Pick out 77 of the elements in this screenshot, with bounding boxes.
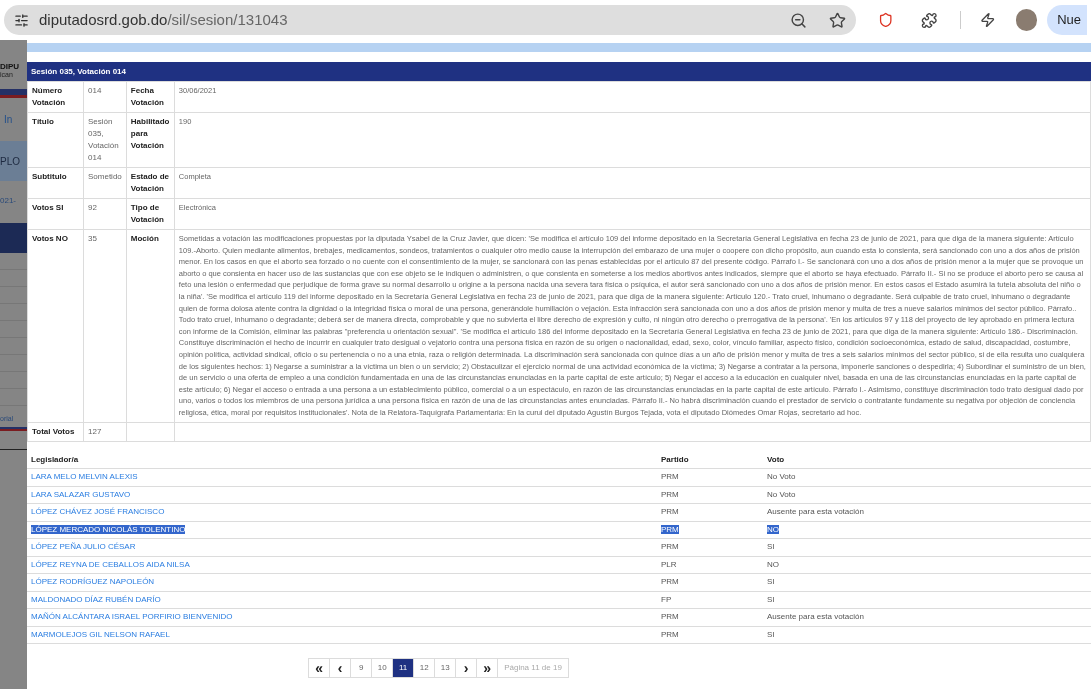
field-label: Subtitulo <box>27 167 84 199</box>
party-text: PRM <box>661 629 679 639</box>
avatar[interactable] <box>1015 9 1038 31</box>
background-stripe <box>0 89 27 98</box>
session-title: Sesión 035, Votación 014 <box>31 65 126 78</box>
vote-text: SI <box>767 629 775 639</box>
field-label: Votos NO <box>27 229 84 422</box>
party-text: PRM <box>661 489 679 499</box>
site-info-icon[interactable] <box>14 12 29 28</box>
extensions-icon[interactable] <box>921 11 938 29</box>
field-label: Votos SI <box>27 198 84 230</box>
legislator-link[interactable]: LÓPEZ RODRÍGUEZ NAPOLEÓN <box>31 577 155 587</box>
profile-button[interactable]: Nue <box>1047 5 1087 35</box>
vote-text: NO <box>767 524 779 534</box>
party-text: FP <box>661 594 672 604</box>
vote-text: No Voto <box>767 472 796 482</box>
page-button[interactable]: 13 <box>434 658 457 678</box>
legislator-link[interactable]: LÓPEZ CHÁVEZ JOSÉ FRANCISCO <box>31 507 165 517</box>
legislator-link[interactable]: LÓPEZ REYNA DE CEBALLOS AIDA NILSA <box>31 559 190 569</box>
vote-text: SI <box>767 594 775 604</box>
url-text: diputadosrd.gob.do/sil/sesion/131043 <box>39 9 289 30</box>
vote-text: Ausente para esta votación <box>767 612 864 622</box>
legislator-link[interactable]: LÓPEZ PEÑA JULIO CÉSAR <box>31 542 136 552</box>
field-label: Fecha Votación <box>126 81 175 113</box>
field-label: Total Votos <box>27 422 84 441</box>
background-text: In <box>3 113 14 127</box>
pager-nav-button[interactable]: ‹ <box>329 658 352 678</box>
field-label: Número Votación <box>27 81 84 113</box>
page-button[interactable]: 11 <box>392 658 415 678</box>
legislator-link[interactable]: LARA SALAZAR GUSTAVO <box>31 489 131 499</box>
party-text: PRM <box>661 577 679 587</box>
field-value: Sesión 035, Votación 014 <box>83 112 127 168</box>
background-stripe <box>0 426 27 431</box>
field-label: Estado de Votación <box>126 167 175 199</box>
page-button[interactable]: 12 <box>413 658 436 678</box>
background-text: DIPU <box>0 62 21 71</box>
field-value: 014 <box>83 81 127 113</box>
performance-icon[interactable] <box>980 12 996 28</box>
page-button[interactable]: 9 <box>350 658 373 678</box>
party-text: PRM <box>661 507 679 517</box>
field-label: Tipo de Votación <box>126 198 175 230</box>
legislator-link[interactable]: MALDONADO DÍAZ RUBÉN DARÍO <box>31 594 161 604</box>
pager-nav-button[interactable]: » <box>476 658 499 678</box>
legislator-link[interactable]: LÓPEZ MERCADO NICOLÁS TOLENTINO <box>31 524 186 534</box>
vote-text: SI <box>767 542 775 552</box>
column-header: Legislador/a <box>31 454 79 464</box>
zoom-icon[interactable] <box>789 11 807 29</box>
vote-text: NO <box>767 559 779 569</box>
page-button[interactable]: 10 <box>371 658 394 678</box>
address-bar[interactable]: diputadosrd.gob.do/sil/sesion/131043 <box>4 5 856 35</box>
party-text: PRM <box>661 542 679 552</box>
column-header: Partido <box>661 454 689 464</box>
field-label: Título <box>27 112 84 168</box>
background-text: PLO <box>0 154 20 169</box>
column-header: Voto <box>767 454 785 464</box>
field-value: 92 <box>83 198 127 230</box>
field-value: Sometido <box>83 167 127 199</box>
field-label: Habilitado para Votación <box>126 112 175 168</box>
page-info: Página 11 de 19 <box>497 658 569 678</box>
pager-nav-button[interactable]: › <box>455 658 478 678</box>
background-text: 021- <box>0 195 17 207</box>
bookmark-star-icon[interactable] <box>828 11 846 29</box>
field-value: 35 <box>83 229 127 422</box>
legislator-link[interactable]: MARMOLEJOS GIL NELSON RAFAEL <box>31 629 170 639</box>
legislator-link[interactable]: MAÑÓN ALCÁNTARA ISRAEL PORFIRIO BIENVENIDO <box>31 612 233 622</box>
field-label: Moción <box>126 229 175 422</box>
pager-nav-button[interactable]: « <box>308 658 331 678</box>
party-text: PLR <box>661 559 677 569</box>
legislator-link[interactable]: LARA MELO MELVIN ALEXIS <box>31 472 138 482</box>
party-text: PRM <box>661 612 679 622</box>
party-text: PRM <box>661 472 679 482</box>
vote-text: No Voto <box>767 489 796 499</box>
field-value: 127 <box>83 422 127 441</box>
vote-text: Ausente para esta votación <box>767 507 864 517</box>
vote-text: SI <box>767 577 775 587</box>
shield-icon[interactable] <box>877 12 894 28</box>
party-text: PRM <box>661 524 679 534</box>
